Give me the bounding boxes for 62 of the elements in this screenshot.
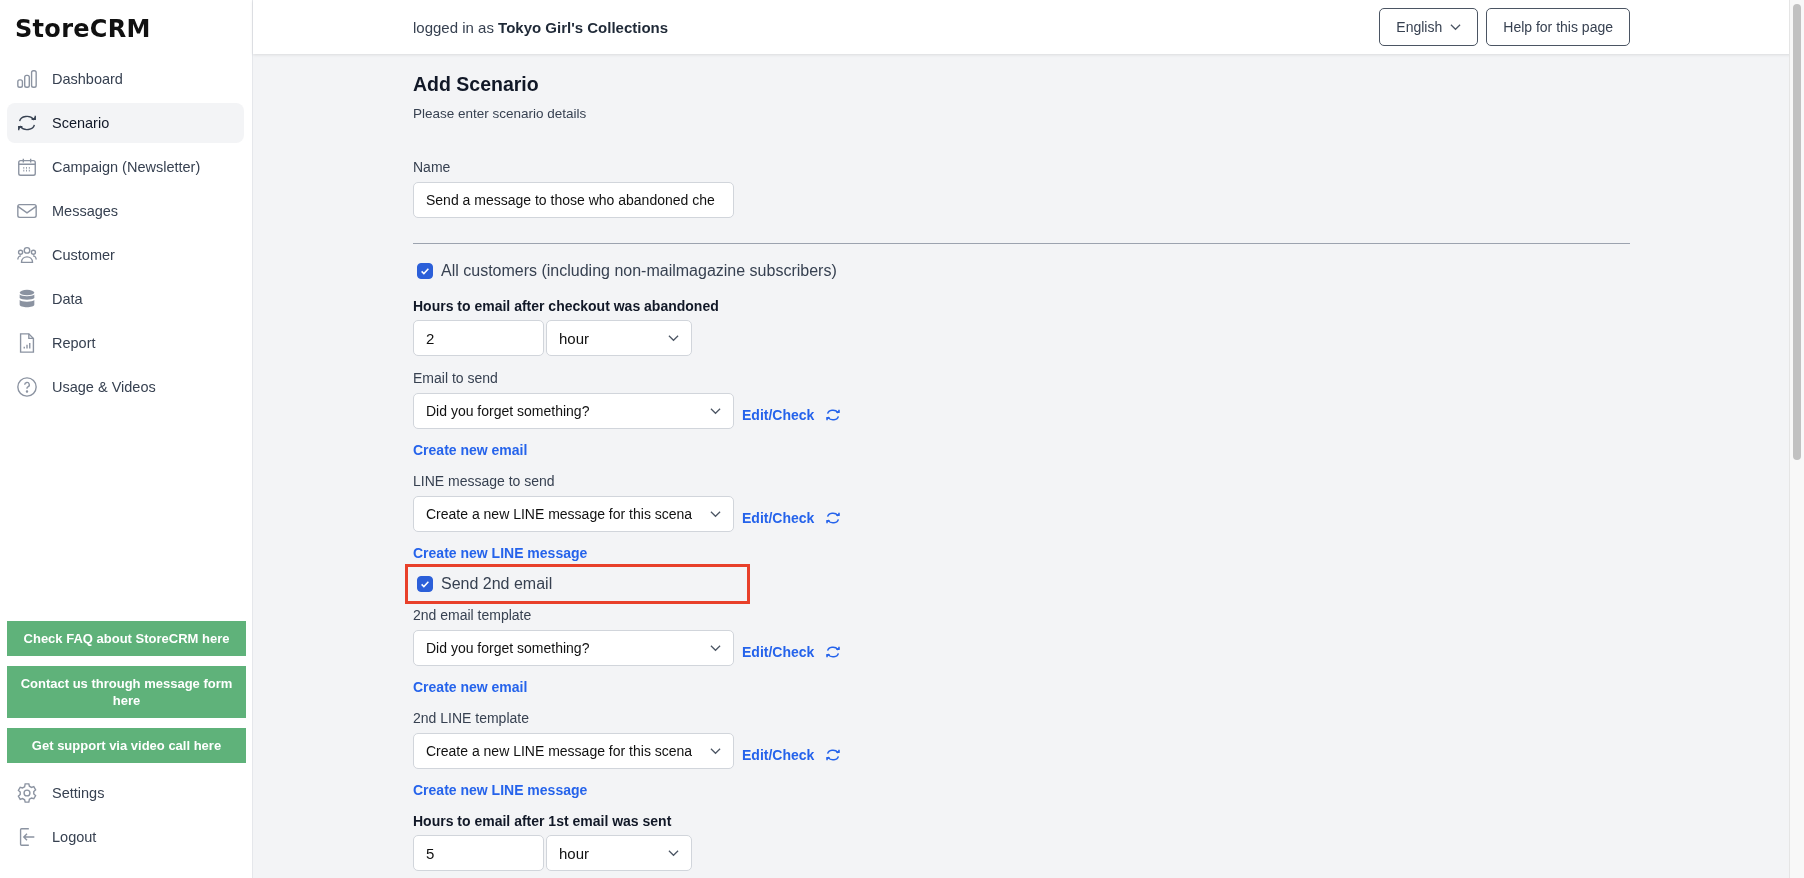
checkbox[interactable] (417, 576, 433, 592)
login-status: logged in as Tokyo Girl's Collections (413, 18, 669, 36)
refresh-icon[interactable] (825, 747, 842, 763)
checkbox-label: All customers (including non-mailmagazine subscribers) (441, 262, 837, 280)
field-label: 2nd email template (413, 606, 533, 625)
unit-dropdown[interactable]: hour (546, 835, 692, 871)
refresh-icon[interactable] (825, 644, 842, 660)
people-icon (16, 244, 38, 266)
sidebar-item[interactable]: Campaign (Newsletter) (7, 147, 244, 187)
template-dropdown[interactable]: Create a new LINE message for this scena (413, 733, 734, 769)
sidebar-item[interactable]: Customer (7, 235, 244, 275)
hours-field[interactable]: 2 (413, 320, 544, 356)
create-link[interactable]: Create new LINE message (413, 781, 588, 799)
chevron-down-icon (710, 747, 721, 755)
sidebar-item[interactable]: Settings (7, 773, 244, 813)
app-logo: StoreCRM (15, 15, 152, 43)
chevron-down-icon (668, 334, 679, 342)
question-circle-icon (16, 376, 38, 398)
template-dropdown[interactable]: Did you forget something? (413, 393, 734, 429)
help-button[interactable]: Help for this page (1486, 8, 1630, 46)
sidebar-item[interactable]: Data (7, 279, 244, 319)
sidebar-item[interactable]: Scenario (7, 103, 244, 143)
template-dropdown[interactable]: Did you forget something? (413, 630, 734, 666)
refresh-icon[interactable] (825, 407, 842, 423)
chart-bars-icon (16, 68, 38, 90)
calendar-icon (16, 156, 38, 178)
checkbox[interactable] (417, 263, 433, 279)
page-subtitle: Please enter scenario details (413, 106, 588, 121)
create-link[interactable]: Create new email (413, 678, 528, 696)
sidebar-item[interactable]: Messages (7, 191, 244, 231)
field-label: LINE message to send (413, 472, 556, 491)
template-dropdown[interactable]: Create a new LINE message for this scena (413, 496, 734, 532)
name-field[interactable]: Send a message to those who abandoned che (413, 182, 734, 218)
refresh-icon[interactable] (825, 510, 842, 526)
edit-check-link[interactable]: Edit/Check (742, 747, 815, 763)
sidebar-item[interactable]: Logout (7, 817, 244, 857)
sidebar-item[interactable]: Report (7, 323, 244, 363)
chevron-down-icon (710, 510, 721, 518)
sidebar-item[interactable]: Usage & Videos (7, 367, 244, 407)
field-label: 2nd LINE template (413, 709, 530, 728)
edit-check-link[interactable]: Edit/Check (742, 407, 815, 423)
sidebar-item[interactable]: Dashboard (7, 59, 244, 99)
settings-icon (16, 782, 38, 804)
create-link[interactable]: Create new email (413, 441, 528, 459)
unit-dropdown[interactable]: hour (546, 320, 692, 356)
page-title: Add Scenario (413, 72, 540, 96)
edit-check-link[interactable]: Edit/Check (742, 644, 815, 660)
edit-check-link[interactable]: Edit/Check (742, 510, 815, 526)
chevron-down-icon (710, 644, 721, 652)
scrollbar-thumb[interactable] (1793, 4, 1801, 460)
field-label: Hours to email after 1st email was sent (413, 812, 673, 831)
chevron-down-icon (668, 849, 679, 857)
checkbox-label: Send 2nd email (441, 575, 553, 593)
create-link[interactable]: Create new LINE message (413, 544, 588, 562)
hours-field[interactable]: 5 (413, 835, 544, 871)
field-label: Hours to email after checkout was abandoned (413, 297, 720, 316)
language-dropdown[interactable]: English (1379, 8, 1479, 46)
chevron-down-icon (1450, 23, 1462, 31)
field-label: Name (413, 158, 452, 177)
field-label: Email to send (413, 369, 499, 388)
chevron-down-icon (710, 407, 721, 415)
scrollbar[interactable] (1789, 0, 1804, 878)
